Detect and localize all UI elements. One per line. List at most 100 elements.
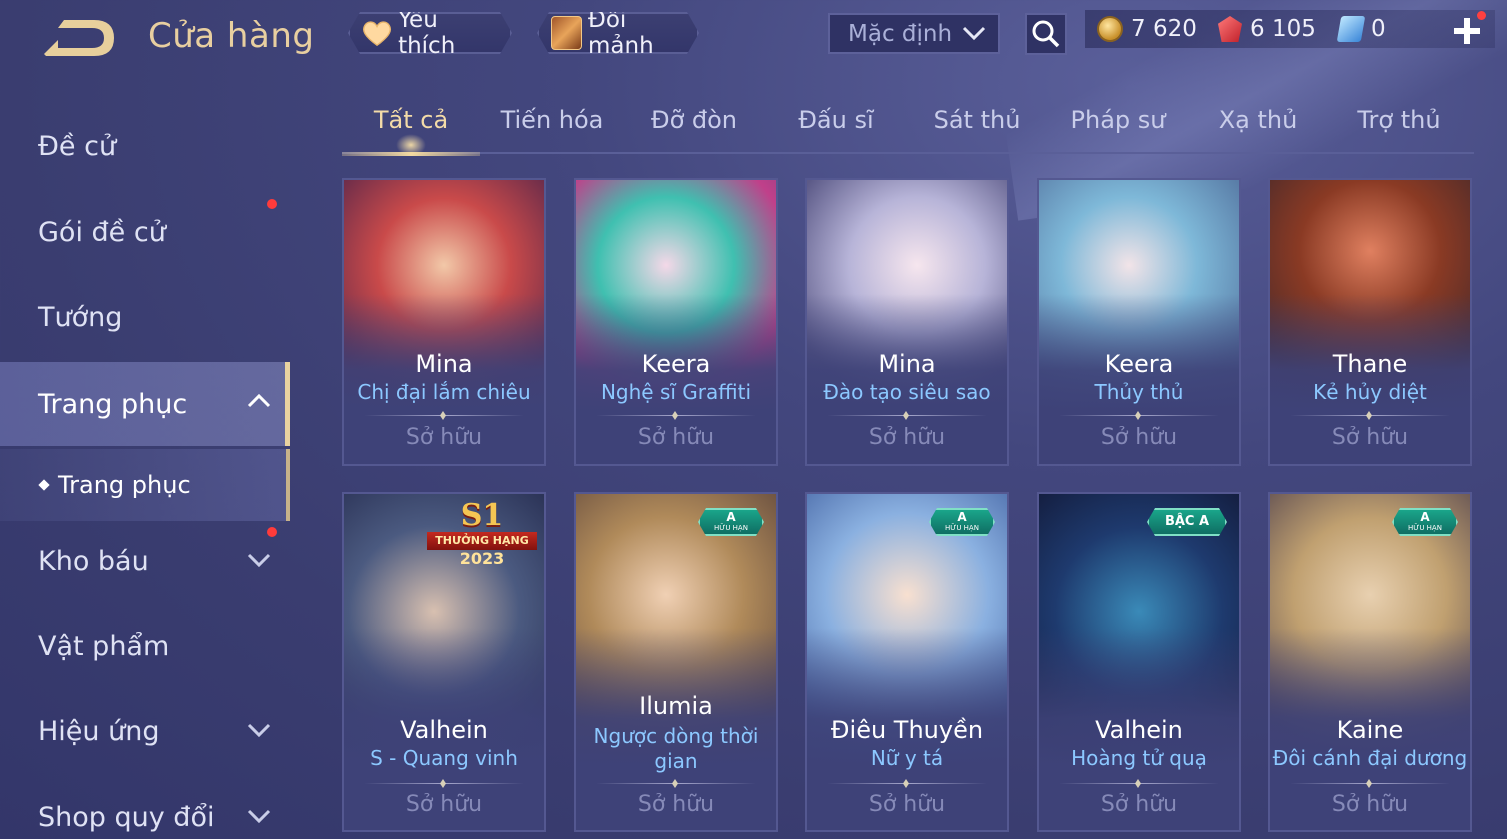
tier-a-limited-badge: A HỮU HẠN [698,508,764,536]
exchange-fragments-button[interactable]: Đổi mảnh [537,12,699,54]
sidebar-item-effects[interactable]: Hiệu ứng [0,691,290,771]
skin-grid: Mina Chị đại lắm chiêu Sở hữu Keera Nghệ… [342,178,1474,839]
tab-mage[interactable]: Pháp sư [1050,106,1186,152]
sidebar-item-label: Kho báu [38,545,149,577]
chevron-up-icon [247,393,271,408]
owned-status: Sở hữu [1100,425,1178,450]
hero-name: Điêu Thuyền [830,716,984,744]
sidebar-item-treasure[interactable]: Kho báu [0,521,290,601]
skin-name: Nữ y tá [870,746,944,770]
voucher-amount: 0 [1371,16,1386,42]
skin-name: Chị đại lắm chiêu [357,380,531,404]
tab-fighter[interactable]: Đấu sĩ [768,106,904,152]
skin-card[interactable]: Mina Chị đại lắm chiêu Sở hữu [342,178,546,466]
back-button[interactable] [38,18,118,62]
notification-dot [1477,11,1486,20]
owned-status: Sở hữu [637,425,715,450]
tab-tank[interactable]: Đỡ đòn [626,106,762,152]
tab-label: Sát thủ [933,106,1021,134]
tab-label: Tất cả [373,106,449,134]
tab-marksman[interactable]: Xạ thủ [1190,106,1326,152]
treasure-chest-icon [551,16,582,50]
exchange-label: Đổi mảnh [588,7,654,59]
bullet-diamond-icon [38,479,50,491]
sidebar-item-label: Gói đề cử [38,216,166,248]
hero-name: Valhein [400,716,488,744]
notification-dot [267,199,277,209]
gold-amount: 7 620 [1131,16,1197,42]
owned-status: Sở hữu [868,792,946,817]
skin-name: Thủy thủ [1094,380,1184,404]
tab-all[interactable]: Tất cả [342,106,480,156]
sidebar-item-recommended-packs[interactable]: Gói đề cử [0,192,290,272]
skin-card[interactable]: S1 THƯỞNG HẠNG 2023 Valhein S - Quang vi… [342,492,546,832]
sidebar-subitem-skins[interactable]: Trang phục [0,449,290,521]
divider [596,783,756,784]
owned-status: Sở hữu [1331,792,1409,817]
owned-status: Sở hữu [1331,425,1409,450]
divider [827,415,987,416]
divider [1290,783,1450,784]
skin-card[interactable]: A HỮU HẠN Kaine Đôi cánh đại dương Sở hữ… [1268,492,1472,832]
hero-name: Kaine [1336,716,1404,744]
season-badge-ribbon: THƯỞNG HẠNG [427,532,537,550]
skin-card[interactable]: Mina Đào tạo siêu sao Sở hữu [805,178,1009,466]
sidebar-item-items[interactable]: Vật phẩm [0,606,290,686]
divider [1059,415,1219,416]
sidebar-item-label: Trang phục [38,388,188,420]
sort-value: Mặc định [848,20,953,47]
sort-dropdown[interactable]: Mặc định [828,13,1000,54]
search-button[interactable] [1025,13,1067,55]
owned-status: Sở hữu [868,425,946,450]
sidebar-item-label: Tướng [38,301,123,333]
hero-name: Valhein [1095,716,1183,744]
sidebar-item-label: Hiệu ứng [38,715,160,747]
chevron-down-icon [247,723,271,738]
notification-dot [267,527,277,537]
favorites-label: Yêu thích [398,7,456,59]
tab-label: Trợ thủ [1357,106,1441,134]
top-bar: Cửa hàng Yêu thích Đổi mảnh Mặc định 7 6… [0,0,1507,80]
tier-badge: BẬC A [1147,508,1227,536]
skin-name: Nghệ sĩ Graffiti [600,380,752,404]
sidebar-item-recommended[interactable]: Đề cử [0,106,290,186]
role-filter-tabs: Tất cả Tiến hóa Đỡ đòn Đấu sĩ Sát thủ Ph… [342,100,1474,156]
tab-assassin[interactable]: Sát thủ [909,106,1045,152]
chevron-down-icon [247,553,271,568]
badge-limited: HỮU HẠN [945,524,979,532]
skin-card[interactable]: BẬC A Valhein Hoàng tử quạ Sở hữu [1037,492,1241,832]
skin-card[interactable]: Keera Thủy thủ Sở hữu [1037,178,1241,466]
voucher-icon [1336,16,1366,42]
sidebar-item-exchange-shop[interactable]: Shop quy đổi [0,777,290,839]
hero-name: Keera [641,350,711,378]
tab-label: Xạ thủ [1218,106,1298,134]
tab-evolution[interactable]: Tiến hóa [484,106,620,152]
owned-status: Sở hữu [1100,792,1178,817]
skin-card[interactable]: Thane Kẻ hủy diệt Sở hữu [1268,178,1472,466]
skin-card[interactable]: A HỮU HẠN Điêu Thuyền Nữ y tá Sở hữu [805,492,1009,832]
skin-name: Hoàng tử quạ [1071,746,1207,770]
hero-name: Keera [1104,350,1174,378]
sidebar-item-label: Shop quy đổi [38,801,215,833]
tab-label: Đấu sĩ [798,106,874,134]
divider [596,415,756,416]
sidebar-item-heroes[interactable]: Tướng [0,277,290,357]
skin-name: Kẻ hủy diệt [1313,380,1427,404]
skin-card[interactable]: Keera Nghệ sĩ Graffiti Sở hữu [574,178,778,466]
hero-name: Mina [878,350,936,378]
tab-support[interactable]: Trợ thủ [1331,106,1467,152]
page-title: Cửa hàng [148,16,315,56]
voucher-currency: 0 [1336,10,1386,48]
skin-card[interactable]: A HỮU HẠN Ilumia Ngược dòng thời gian Sở… [574,492,778,832]
badge-limited: HỮU HẠN [714,524,748,532]
sidebar-item-skins[interactable]: Trang phục [0,362,290,446]
season-badge-year: 2023 [459,549,505,568]
badge-tier: A [1420,510,1430,524]
ruby-amount: 6 105 [1250,16,1316,42]
gold-coin-icon [1097,16,1123,42]
tab-label: Pháp sư [1070,106,1166,134]
favorites-button[interactable]: Yêu thích [348,12,512,54]
season-badge-title: S1 [460,498,504,533]
gold-currency: 7 620 [1097,10,1197,48]
chevron-down-icon [962,26,986,41]
